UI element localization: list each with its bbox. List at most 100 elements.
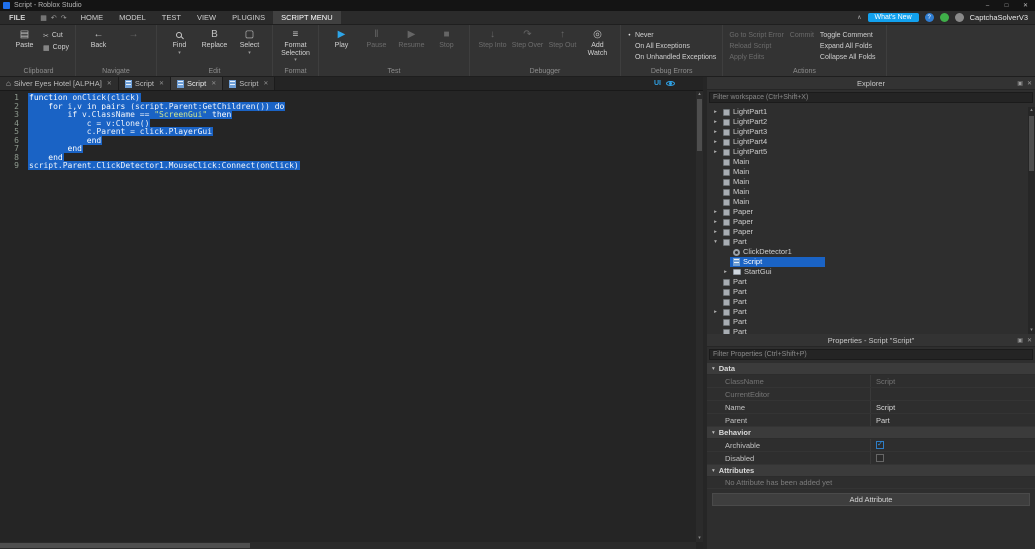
tree-item-lightpart5[interactable]: ▸ LightPart5 [707, 147, 1028, 157]
menu-tab-plugins[interactable]: PLUGINS [224, 11, 273, 24]
tree-item-lightpart4[interactable]: ▸ LightPart4 [707, 137, 1028, 147]
editor-tab-silver-eyes-hotel-alpha-0[interactable]: ⌂ Silver Eyes Hotel [ALPHA] ✕ [0, 77, 119, 90]
ui-editor-icon[interactable]: UI [654, 80, 661, 87]
replace-button[interactable]: B Replace [198, 27, 231, 50]
tree-item-lightpart3[interactable]: ▸ LightPart3 [707, 127, 1028, 137]
property-value[interactable] [871, 452, 1035, 464]
chevron-right-icon[interactable]: ▸ [711, 309, 720, 315]
line-number[interactable]: 9 [0, 161, 19, 171]
editor-vertical-scrollbar[interactable]: ▴ ▾ [696, 91, 703, 542]
expand-all-folds-button[interactable]: Expand All Folds [820, 41, 876, 52]
help-icon[interactable]: ? [924, 13, 934, 22]
tree-item-script[interactable]: Script [707, 257, 1028, 267]
tree-item-part[interactable]: ▾ Part [707, 237, 1028, 247]
toggle-comment-button[interactable]: Toggle Comment [820, 30, 876, 41]
undo-icon[interactable]: ↶ [51, 14, 57, 22]
section-behavior[interactable]: ▾ Behavior [707, 427, 1035, 439]
file-menu[interactable]: FILE [0, 11, 34, 24]
code-line[interactable]: end [28, 135, 696, 146]
paste-button[interactable]: ▤ Paste [8, 27, 41, 50]
collapse-ribbon-icon[interactable]: ∧ [857, 14, 861, 21]
scroll-up-icon[interactable]: ▴ [696, 91, 703, 98]
account-name[interactable]: CaptchaSolverV3 [970, 13, 1028, 22]
redo-icon[interactable]: ↷ [61, 14, 67, 22]
chevron-right-icon[interactable]: ▸ [711, 229, 720, 235]
menu-tab-test[interactable]: TEST [154, 11, 189, 24]
menu-tab-view[interactable]: VIEW [189, 11, 224, 24]
tab-close-icon[interactable]: ✕ [263, 80, 268, 87]
tree-item-clickdetector1[interactable]: ClickDetector1 [707, 247, 1028, 257]
checkbox-disabled[interactable] [876, 454, 884, 462]
explorer-scroll-thumb[interactable] [1029, 116, 1034, 171]
property-value[interactable]: Part [871, 414, 1035, 426]
play-button[interactable]: ▶ Play [325, 27, 358, 50]
close-icon[interactable]: ✕ [1016, 0, 1035, 11]
scroll-up-icon[interactable]: ▴ [1028, 107, 1035, 114]
copy-button[interactable]: ▦ Copy [43, 42, 69, 53]
tab-close-icon[interactable]: ✕ [107, 80, 112, 87]
chevron-right-icon[interactable]: ▸ [721, 269, 730, 275]
editor-horizontal-scrollbar[interactable] [0, 542, 696, 549]
explorer-filter-input[interactable]: Filter workspace (Ctrl+Shift+X) [709, 92, 1033, 103]
tree-item-lightpart1[interactable]: ▸ LightPart1 [707, 107, 1028, 117]
scroll-down-icon[interactable]: ▾ [696, 535, 703, 542]
add-attribute-button[interactable]: Add Attribute [712, 493, 1030, 506]
add-watch-button[interactable]: ◎ Add Watch [581, 27, 614, 57]
cut-button[interactable]: ✂ Cut [43, 30, 69, 41]
select-button[interactable]: ▢ Select ▾ [233, 27, 266, 57]
editor-hscroll-thumb[interactable] [0, 543, 250, 548]
code-line[interactable]: c.Parent = click.PlayerGui [28, 127, 696, 137]
find-button[interactable]: Find ▾ [163, 27, 196, 57]
tab-close-icon[interactable]: ✕ [159, 80, 164, 87]
panel-float-icon[interactable]: ▣ [1017, 337, 1023, 344]
tree-item-part[interactable]: Part [707, 327, 1028, 334]
properties-filter-input[interactable]: Filter Properties (Ctrl+Shift+P) [709, 349, 1033, 360]
editor-vscroll-thumb[interactable] [697, 99, 702, 151]
line-number-gutter[interactable]: 123456789 [0, 91, 24, 542]
chevron-right-icon[interactable]: ▸ [711, 109, 720, 115]
editor-tab-script-2[interactable]: Script ✕ [171, 77, 224, 90]
scroll-down-icon[interactable]: ▾ [1028, 327, 1035, 334]
tree-item-main[interactable]: Main [707, 177, 1028, 187]
code-editor[interactable]: 123456789 function onClick(click) for i,… [0, 91, 696, 542]
tree-item-main[interactable]: Main [707, 157, 1028, 167]
debug-errors-option-never[interactable]: • Never [627, 30, 716, 41]
explorer-scrollbar[interactable]: ▴ ▾ [1028, 107, 1035, 334]
avatar[interactable] [954, 13, 964, 22]
checkbox-archivable[interactable]: ✓ [876, 441, 884, 449]
section-data[interactable]: ▾ Data [707, 363, 1035, 375]
code-line[interactable]: script.Parent.ClickDetector1.MouseClick:… [28, 161, 696, 171]
debug-errors-option-on-unhandled-exceptions[interactable]: On Unhandled Exceptions [627, 52, 716, 63]
panel-close-icon[interactable]: ✕ [1027, 80, 1032, 87]
explorer-header[interactable]: Explorer ▣ ✕ [707, 77, 1035, 90]
menu-tab-script-menu[interactable]: SCRIPT MENU [273, 11, 341, 24]
editor-tab-script-3[interactable]: Script ✕ [223, 77, 276, 90]
tab-close-icon[interactable]: ✕ [211, 80, 216, 87]
chevron-right-icon[interactable]: ▸ [711, 219, 720, 225]
save-icon[interactable]: ▦ [40, 14, 47, 22]
chevron-right-icon[interactable]: ▸ [711, 209, 720, 215]
chevron-right-icon[interactable]: ▸ [711, 139, 720, 145]
tree-item-part[interactable]: ▸ Part [707, 307, 1028, 317]
property-value[interactable]: Script [871, 401, 1035, 413]
visibility-icon[interactable] [666, 81, 675, 86]
tree-item-part[interactable]: Part [707, 287, 1028, 297]
chevron-right-icon[interactable]: ▸ [711, 129, 720, 135]
editor-tab-script-1[interactable]: Script ✕ [118, 77, 172, 90]
minimize-icon[interactable]: – [978, 0, 997, 11]
collapse-all-folds-button[interactable]: Collapse All Folds [820, 52, 876, 63]
chevron-right-icon[interactable]: ▸ [711, 149, 720, 155]
panel-float-icon[interactable]: ▣ [1017, 80, 1023, 87]
tree-item-part[interactable]: Part [707, 277, 1028, 287]
debug-errors-option-on-all-exceptions[interactable]: On All Exceptions [627, 41, 716, 52]
tree-item-paper[interactable]: ▸ Paper [707, 217, 1028, 227]
properties-header[interactable]: Properties - Script "Script" ▣ ✕ [707, 334, 1035, 347]
menu-tab-home[interactable]: HOME [73, 11, 112, 24]
code-line[interactable]: end [28, 144, 696, 154]
tree-item-paper[interactable]: ▸ Paper [707, 227, 1028, 237]
whats-new-button[interactable]: What's New [867, 13, 919, 22]
tree-item-part[interactable]: Part [707, 317, 1028, 327]
tree-item-main[interactable]: Main [707, 167, 1028, 177]
tree-item-main[interactable]: Main [707, 197, 1028, 207]
chevron-down-icon[interactable]: ▾ [711, 239, 720, 245]
